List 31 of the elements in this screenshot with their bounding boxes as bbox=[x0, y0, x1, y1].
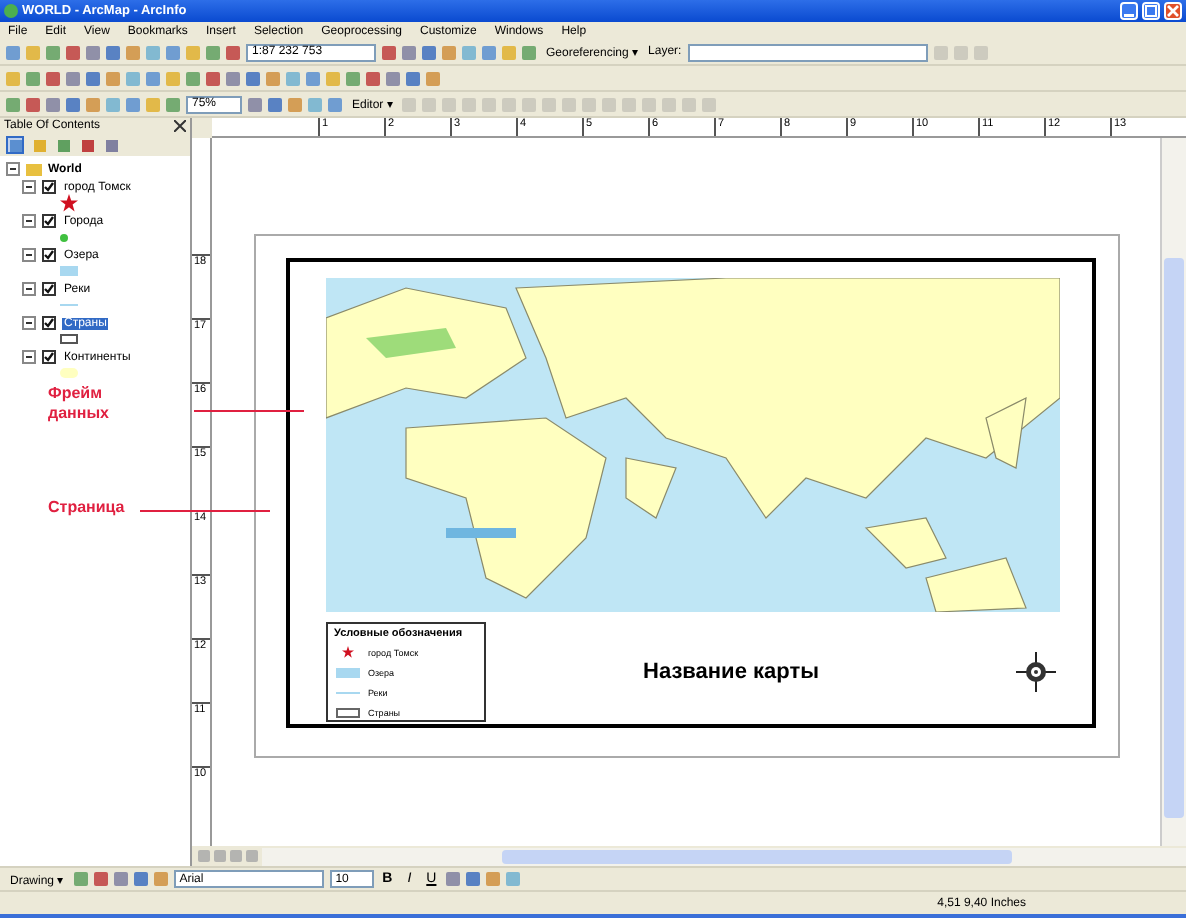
outline-symbol bbox=[60, 334, 78, 344]
collapse-icon[interactable] bbox=[22, 282, 36, 296]
toc-tab[interactable] bbox=[6, 136, 24, 154]
collapse-icon[interactable] bbox=[22, 180, 36, 194]
checkbox[interactable] bbox=[42, 214, 56, 228]
globe-icon bbox=[4, 4, 18, 18]
collapse-icon[interactable] bbox=[22, 350, 36, 364]
checkbox[interactable] bbox=[42, 248, 56, 262]
close-icon[interactable] bbox=[174, 120, 186, 132]
vertical-scrollbar[interactable] bbox=[1160, 138, 1186, 846]
outline-symbol bbox=[336, 707, 360, 717]
checkbox[interactable] bbox=[42, 316, 56, 330]
leader-line bbox=[194, 410, 304, 412]
annotation-label: Страница bbox=[48, 498, 125, 518]
collapse-icon[interactable] bbox=[22, 248, 36, 262]
folder-icon bbox=[26, 163, 42, 175]
map-title: Название карты bbox=[641, 660, 821, 684]
toc-tab[interactable] bbox=[54, 136, 72, 154]
checkbox[interactable] bbox=[42, 350, 56, 364]
annotation-label: Фрейм данных bbox=[48, 384, 111, 424]
collapse-icon[interactable] bbox=[22, 316, 36, 330]
collapse-icon[interactable] bbox=[6, 162, 20, 176]
toc-tab[interactable] bbox=[78, 136, 96, 154]
checkbox[interactable] bbox=[42, 180, 56, 194]
collapse-icon[interactable] bbox=[22, 214, 36, 228]
compass-icon bbox=[1016, 652, 1056, 692]
layer-combo[interactable] bbox=[687, 43, 928, 61]
toc-tab[interactable] bbox=[102, 136, 120, 154]
leader-line bbox=[140, 510, 270, 512]
checkbox[interactable] bbox=[42, 282, 56, 296]
horizontal-scrollbar[interactable] bbox=[262, 847, 1186, 865]
